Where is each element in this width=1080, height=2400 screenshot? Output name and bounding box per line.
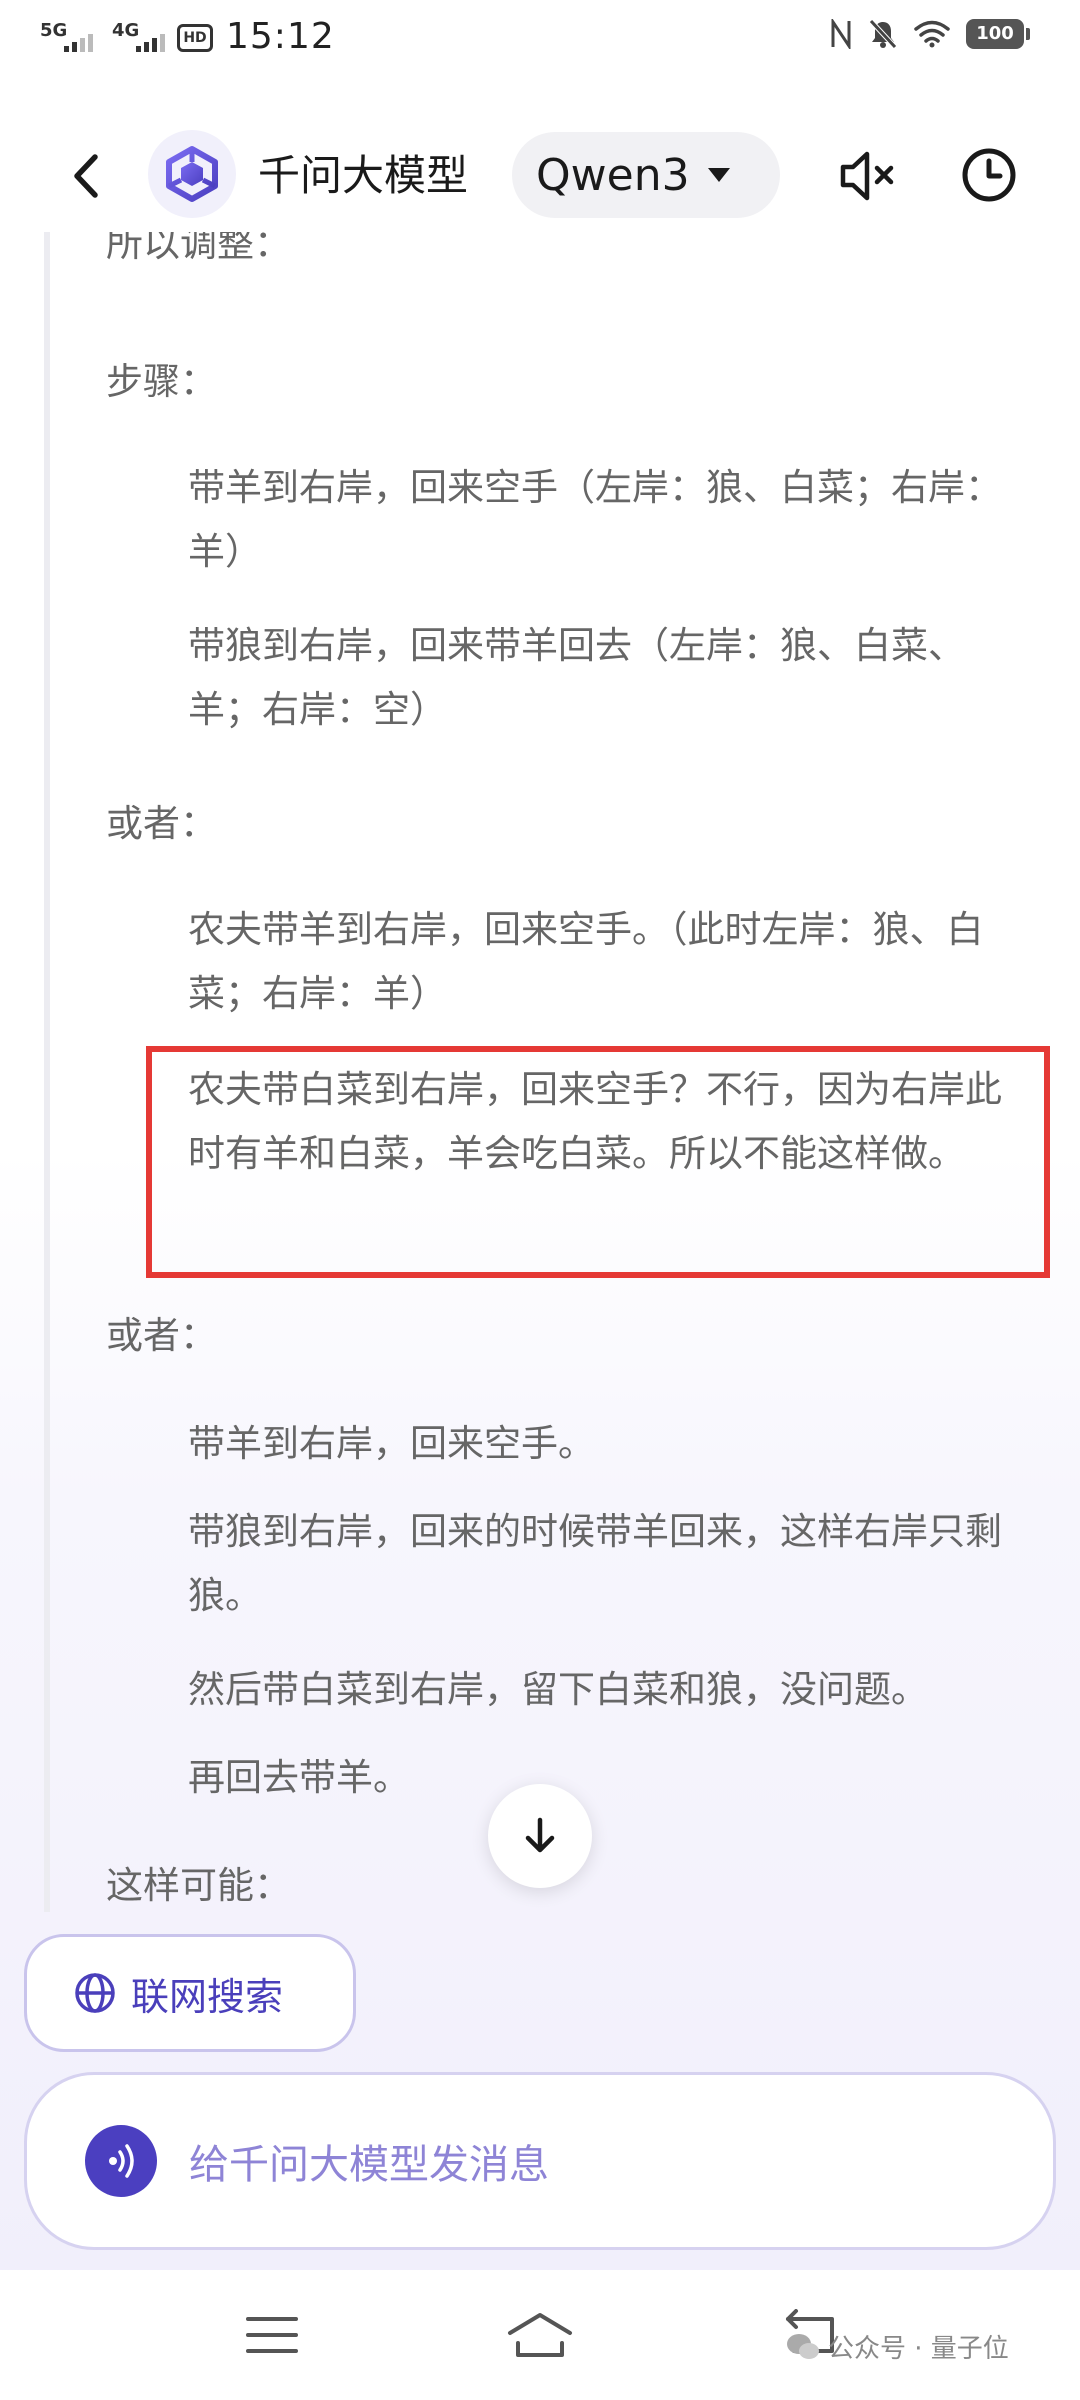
wifi-icon	[914, 20, 950, 48]
message-input-bar[interactable]: 给千问大模型发消息	[24, 2072, 1056, 2250]
web-search-label: 联网搜索	[131, 1974, 284, 2019]
back-button[interactable]	[58, 146, 114, 206]
watermark: 公众号 · 量子位	[786, 2328, 1009, 2365]
hd-call-icon: HD	[177, 24, 213, 52]
message-paragraph: 农夫带羊到右岸，回来空手。（此时左岸：狼、白菜；右岸：羊）	[188, 908, 984, 1015]
model-selector-label: Qwen3	[536, 149, 690, 201]
message-paragraph: 或者：	[106, 1314, 217, 1357]
arrow-down-icon	[525, 1817, 555, 1853]
app-screen: 5G 4G HD 15:12 100 千问大模型 Qwen3 所以调整： 步骤：…	[0, 0, 1080, 2400]
globe-icon	[75, 1973, 115, 2013]
message-paragraph: 带羊到右岸，回来空手（左岸：狼、白菜；右岸：羊）	[188, 466, 1002, 573]
recent-apps-button[interactable]	[232, 2300, 312, 2370]
message-paragraph: 再回去带羊。	[188, 1756, 410, 1799]
model-selector[interactable]: Qwen3	[512, 132, 780, 218]
home-icon	[508, 2313, 572, 2357]
chevron-left-icon	[74, 154, 98, 198]
app-title: 千问大模型	[258, 151, 469, 200]
nfc-icon	[831, 19, 851, 49]
sim2-signal-icon	[136, 34, 165, 52]
chat-header: 千问大模型 Qwen3	[0, 120, 1080, 230]
message-paragraph: 步骤：	[106, 360, 217, 403]
system-nav-bar: 公众号 · 量子位	[0, 2272, 1080, 2400]
history-button[interactable]	[956, 142, 1022, 208]
message-paragraph: 带羊到右岸，回来空手。	[188, 1422, 595, 1465]
message-paragraph: 或者：	[106, 802, 217, 845]
status-bar: 5G 4G HD 15:12 100	[0, 0, 1080, 80]
highlight-box	[146, 1046, 1050, 1278]
qwen-logo-icon	[148, 130, 236, 218]
message-paragraph: 所以调整：	[106, 232, 291, 265]
message-paragraph: 这样可能：	[106, 1864, 291, 1907]
message-paragraph: 带狼到右岸，回来带羊回去（左岸：狼、白菜、羊；右岸：空）	[188, 624, 965, 731]
status-icons: 100	[830, 18, 1030, 50]
menu-icon	[246, 2317, 298, 2353]
message-input-placeholder[interactable]: 给千问大模型发消息	[189, 2132, 549, 2190]
home-button[interactable]	[500, 2300, 580, 2370]
reasoning-quote-bar	[44, 232, 50, 1912]
wechat-icon	[787, 2333, 819, 2359]
web-search-toggle[interactable]: 联网搜索	[24, 1934, 356, 2052]
status-time: 15:12	[226, 16, 335, 57]
chat-message-area[interactable]: 所以调整： 步骤： 带羊到右岸，回来空手（左岸：狼、白菜；右岸：羊） 带狼到右岸…	[0, 232, 1080, 1972]
message-paragraph: 然后带白菜到右岸，留下白菜和狼，没问题。	[188, 1668, 928, 1711]
mute-button[interactable]	[836, 144, 900, 208]
scroll-to-bottom-button[interactable]	[488, 1784, 592, 1888]
notifications-muted-icon	[869, 19, 897, 49]
voice-input-button[interactable]	[85, 2125, 157, 2197]
watermark-text: 公众号 · 量子位	[828, 2334, 1009, 2364]
clock-icon	[962, 148, 1016, 202]
message-paragraph: 带狼到右岸，回来的时候带羊回来，这样右岸只剩狼。	[188, 1510, 1002, 1617]
caret-down-icon	[707, 168, 730, 182]
battery-indicator: 100	[966, 19, 1030, 49]
voice-waves-icon	[109, 2144, 134, 2178]
speaker-muted-icon	[840, 151, 894, 201]
sim1-signal-icon	[64, 34, 93, 52]
